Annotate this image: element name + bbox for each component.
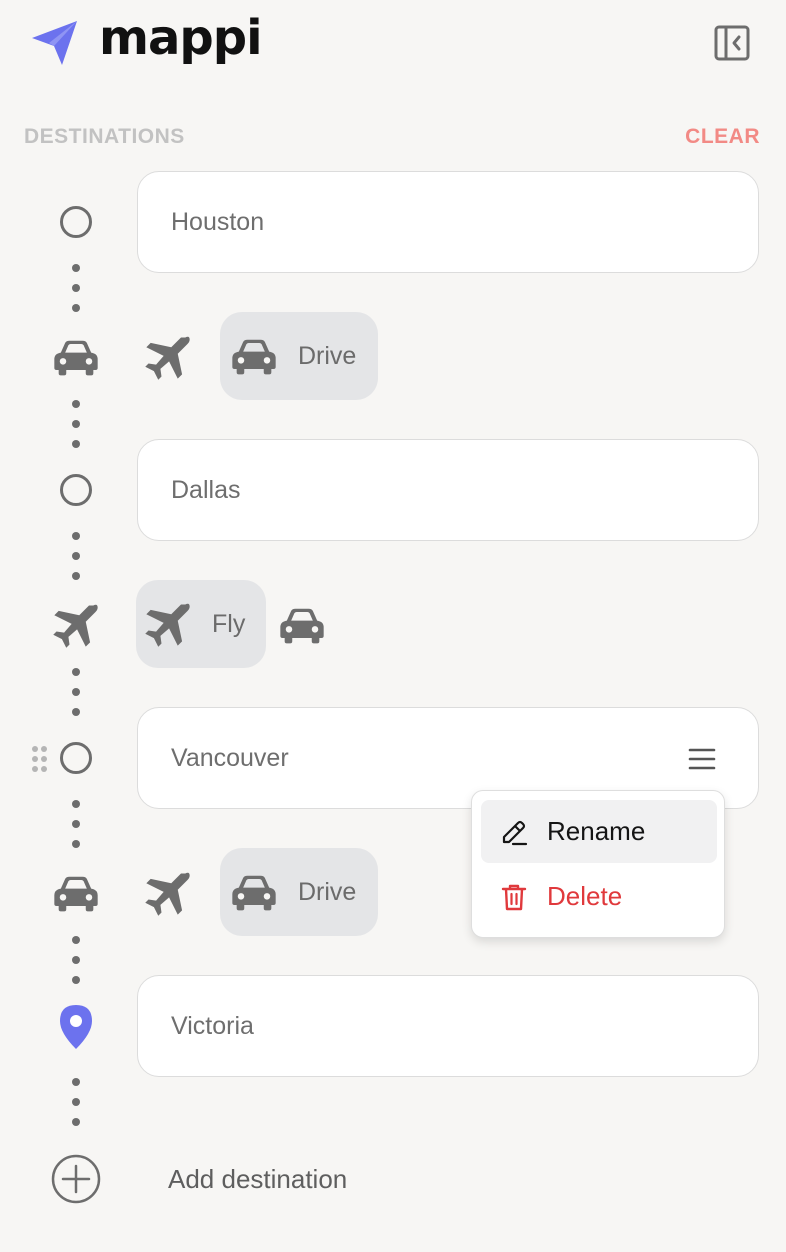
timeline-dot: [72, 264, 80, 272]
hamburger-menu-icon[interactable]: [686, 745, 718, 773]
timeline-dot: [72, 820, 80, 828]
timeline-dot: [72, 688, 80, 696]
destination-marker-circle: [60, 742, 92, 774]
plus-circle-icon[interactable]: [51, 1154, 101, 1204]
destination-name: Vancouver: [171, 743, 289, 772]
location-pin-icon: [60, 1005, 92, 1049]
car-icon: [228, 330, 280, 382]
timeline-dot: [72, 552, 80, 560]
drive-mode-pill-selected[interactable]: Drive: [220, 848, 378, 936]
timeline-dot: [72, 532, 80, 540]
fly-option-plane-icon[interactable]: [142, 867, 194, 919]
pencil-icon: [502, 820, 528, 845]
plane-icon: [50, 599, 102, 651]
timeline-dot: [72, 708, 80, 716]
clear-button[interactable]: CLEAR: [685, 125, 760, 149]
sidebar-collapse-icon[interactable]: [712, 23, 752, 63]
destination-name: Victoria: [171, 1011, 254, 1040]
destination-input-dallas[interactable]: Dallas: [137, 439, 759, 541]
timeline-dot: [72, 440, 80, 448]
mode-label: Drive: [298, 877, 357, 906]
timeline-dot: [72, 800, 80, 808]
trash-icon: [501, 884, 527, 910]
timeline-dot: [72, 976, 80, 984]
fly-option-plane-icon[interactable]: [142, 331, 194, 383]
rename-menu-item[interactable]: Rename: [481, 800, 717, 863]
delete-menu-item[interactable]: Delete: [481, 865, 717, 928]
car-icon: [228, 866, 280, 918]
destinations-heading: DESTINATIONS: [24, 125, 185, 148]
timeline-dot: [72, 1098, 80, 1106]
car-icon: [50, 331, 102, 383]
timeline-dot: [72, 956, 80, 964]
timeline-dot: [72, 420, 80, 428]
timeline-dot: [72, 668, 80, 676]
paper-plane-icon: [32, 21, 77, 65]
destination-name: Dallas: [171, 475, 241, 504]
timeline-dot: [72, 1118, 80, 1126]
mode-label: Fly: [212, 609, 246, 638]
timeline-dot: [72, 840, 80, 848]
destination-name: Houston: [171, 207, 265, 236]
destination-marker-circle: [60, 474, 92, 506]
timeline-dot: [72, 400, 80, 408]
drive-option-car-icon[interactable]: [276, 599, 328, 651]
destination-input-victoria[interactable]: Victoria: [137, 975, 759, 1077]
timeline-dot: [72, 284, 80, 292]
mode-label: Drive: [298, 341, 357, 370]
destination-marker-circle: [60, 206, 92, 238]
destination-input-houston[interactable]: Houston: [137, 171, 759, 273]
timeline-dot: [72, 1078, 80, 1086]
plane-icon: [142, 598, 194, 650]
car-icon: [50, 867, 102, 919]
add-destination-button[interactable]: Add destination: [168, 1164, 347, 1195]
menu-item-label: Rename: [547, 816, 646, 846]
menu-item-label: Delete: [547, 881, 623, 911]
drag-handle-icon[interactable]: [30, 744, 50, 774]
drive-mode-pill-selected[interactable]: Drive: [220, 312, 378, 400]
destination-context-menu: Rename Delete: [471, 790, 725, 938]
timeline-dot: [72, 572, 80, 580]
timeline-dot: [72, 304, 80, 312]
fly-mode-pill-selected[interactable]: Fly: [136, 580, 266, 668]
timeline-dot: [72, 936, 80, 944]
app-logo-text: mappi: [99, 10, 263, 66]
